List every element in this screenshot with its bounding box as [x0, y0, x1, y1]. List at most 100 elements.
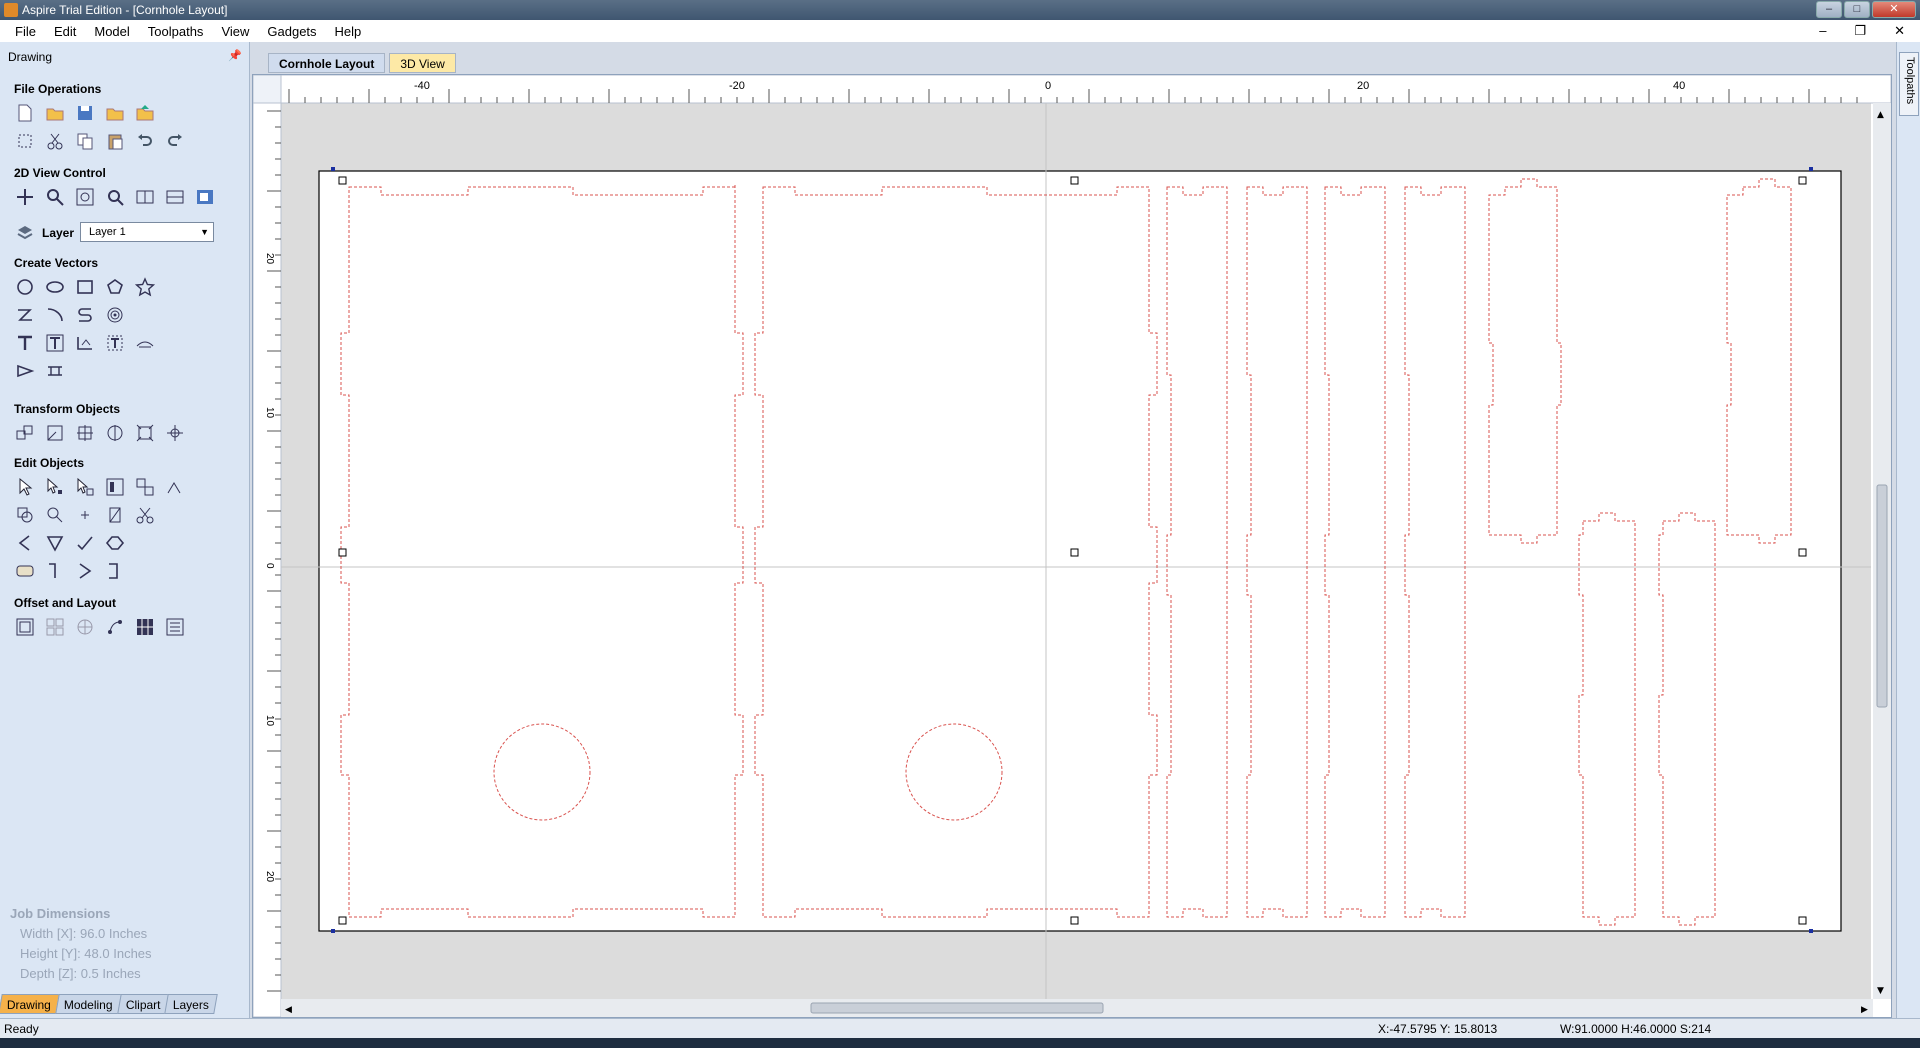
new-file-icon[interactable]: [14, 102, 36, 124]
menu-model[interactable]: Model: [85, 24, 138, 39]
array-copy-icon[interactable]: [44, 616, 66, 638]
ruler-corner[interactable]: [253, 75, 282, 104]
trim-icon[interactable]: [104, 504, 126, 526]
chamfer-corner-icon[interactable]: [74, 560, 96, 582]
doc-restore-button[interactable]: ❐: [1845, 23, 1875, 39]
circular-array-icon[interactable]: [74, 616, 96, 638]
ungroup-icon[interactable]: [164, 476, 186, 498]
move-icon[interactable]: [14, 422, 36, 444]
arc-tool-icon[interactable]: [44, 304, 66, 326]
menu-toolpaths[interactable]: Toolpaths: [139, 24, 213, 39]
rounded-rect-icon[interactable]: [14, 560, 36, 582]
handle-top-right[interactable]: [1798, 176, 1807, 185]
select-all-icon[interactable]: [14, 130, 36, 152]
split-view-icon[interactable]: [134, 186, 156, 208]
tab-drawing[interactable]: Drawing: [0, 994, 60, 1014]
star-tool-icon[interactable]: [134, 276, 156, 298]
rectangle-tool-icon[interactable]: [74, 276, 96, 298]
view-plane-icon[interactable]: [164, 186, 186, 208]
interactive-selection-icon[interactable]: [104, 476, 126, 498]
weld-icon[interactable]: [14, 504, 36, 526]
menu-gadgets[interactable]: Gadgets: [258, 24, 325, 39]
transform-select-icon[interactable]: [74, 476, 96, 498]
tab-modeling[interactable]: Modeling: [55, 994, 122, 1014]
handle-bottom-left[interactable]: [338, 916, 347, 925]
cut-icon[interactable]: [44, 130, 66, 152]
select-pointer-icon[interactable]: [14, 476, 36, 498]
offset-icon[interactable]: [14, 616, 36, 638]
node-edit-icon[interactable]: [44, 476, 66, 498]
text-on-curve-icon[interactable]: [74, 332, 96, 354]
horizontal-scrollbar[interactable]: ◀ ▶: [281, 999, 1873, 1017]
subtract-icon[interactable]: [44, 504, 66, 526]
tab-3d-view[interactable]: 3D View: [389, 53, 456, 73]
open-file-icon[interactable]: [44, 102, 66, 124]
text-arc-icon[interactable]: [134, 332, 156, 354]
mirror-icon[interactable]: [104, 422, 126, 444]
drawing-viewport[interactable]: -40 -20 0 20 40 20 10 0 10 20 ▲ ▼ ◀ ▶: [252, 74, 1892, 1018]
tab-layers[interactable]: Layers: [164, 994, 219, 1014]
fillet-tool-icon[interactable]: [44, 360, 66, 382]
ellipse-tool-icon[interactable]: [44, 276, 66, 298]
handle-bottom-mid[interactable]: [1070, 916, 1079, 925]
view-toggle-icon[interactable]: [194, 186, 216, 208]
align-icon[interactable]: [134, 422, 156, 444]
handle-mid-left[interactable]: [338, 548, 347, 557]
paste-icon[interactable]: [104, 130, 126, 152]
zoom-extents-icon[interactable]: [74, 186, 96, 208]
auto-layout-text-icon[interactable]: [104, 332, 126, 354]
extend-vector-icon[interactable]: [104, 560, 126, 582]
scroll-up-arrow[interactable]: ▲: [1877, 110, 1884, 120]
scroll-left-arrow[interactable]: ◀: [285, 1005, 292, 1015]
save-icon[interactable]: [74, 102, 96, 124]
doc-minimize-button[interactable]: –: [1810, 23, 1835, 39]
polygon-tool-icon[interactable]: [104, 276, 126, 298]
handle-top-left[interactable]: [338, 176, 347, 185]
menu-file[interactable]: File: [6, 24, 45, 39]
handle-top-mid[interactable]: [1070, 176, 1079, 185]
copy-icon[interactable]: [74, 130, 96, 152]
dimension-tool-icon[interactable]: [14, 360, 36, 382]
close-button[interactable]: ✕: [1872, 1, 1916, 18]
group-icon[interactable]: [134, 476, 156, 498]
import-icon[interactable]: [104, 102, 126, 124]
rotate-icon[interactable]: [74, 422, 96, 444]
join-close-vectors-icon[interactable]: [44, 532, 66, 554]
copy-along-vector-icon[interactable]: [104, 616, 126, 638]
menu-view[interactable]: View: [212, 24, 258, 39]
scroll-right-arrow[interactable]: ▶: [1861, 1005, 1868, 1015]
tab-clipart[interactable]: Clipart: [116, 994, 170, 1014]
vertical-scroll-thumb[interactable]: [1876, 484, 1888, 708]
zoom-icon[interactable]: [44, 186, 66, 208]
text-box-tool-icon[interactable]: [44, 332, 66, 354]
scale-icon[interactable]: [44, 422, 66, 444]
tab-toolpaths[interactable]: Toolpaths: [1899, 52, 1919, 116]
horizontal-scroll-thumb[interactable]: [810, 1002, 1104, 1014]
join-open-vectors-icon[interactable]: [14, 532, 36, 554]
pan-icon[interactable]: [14, 186, 36, 208]
doc-close-button[interactable]: ✕: [1885, 23, 1914, 39]
handle-bottom-right[interactable]: [1798, 916, 1807, 925]
handle-center[interactable]: [1070, 548, 1079, 557]
maximize-button[interactable]: □: [1844, 1, 1870, 18]
tab-cornhole-layout[interactable]: Cornhole Layout: [268, 53, 386, 73]
spiral-tool-icon[interactable]: [104, 304, 126, 326]
redo-icon[interactable]: [164, 130, 186, 152]
fillet-corner-icon[interactable]: [44, 560, 66, 582]
curve-tool-icon[interactable]: [74, 304, 96, 326]
handle-mid-right[interactable]: [1798, 548, 1807, 557]
text-tool-icon[interactable]: [14, 332, 36, 354]
menu-help[interactable]: Help: [326, 24, 371, 39]
scissors-icon[interactable]: [134, 504, 156, 526]
vertical-scrollbar[interactable]: ▲ ▼: [1873, 103, 1891, 999]
minimize-button[interactable]: –: [1816, 1, 1842, 18]
circle-tool-icon[interactable]: [14, 276, 36, 298]
layer-dropdown[interactable]: Layer 1 ▼: [80, 222, 214, 242]
undo-icon[interactable]: [134, 130, 156, 152]
menu-edit[interactable]: Edit: [45, 24, 85, 39]
intersect-icon[interactable]: [74, 504, 96, 526]
close-vector-icon[interactable]: [104, 532, 126, 554]
export-icon[interactable]: [134, 102, 156, 124]
auto-nest-icon[interactable]: [164, 616, 186, 638]
polyline-tool-icon[interactable]: [14, 304, 36, 326]
